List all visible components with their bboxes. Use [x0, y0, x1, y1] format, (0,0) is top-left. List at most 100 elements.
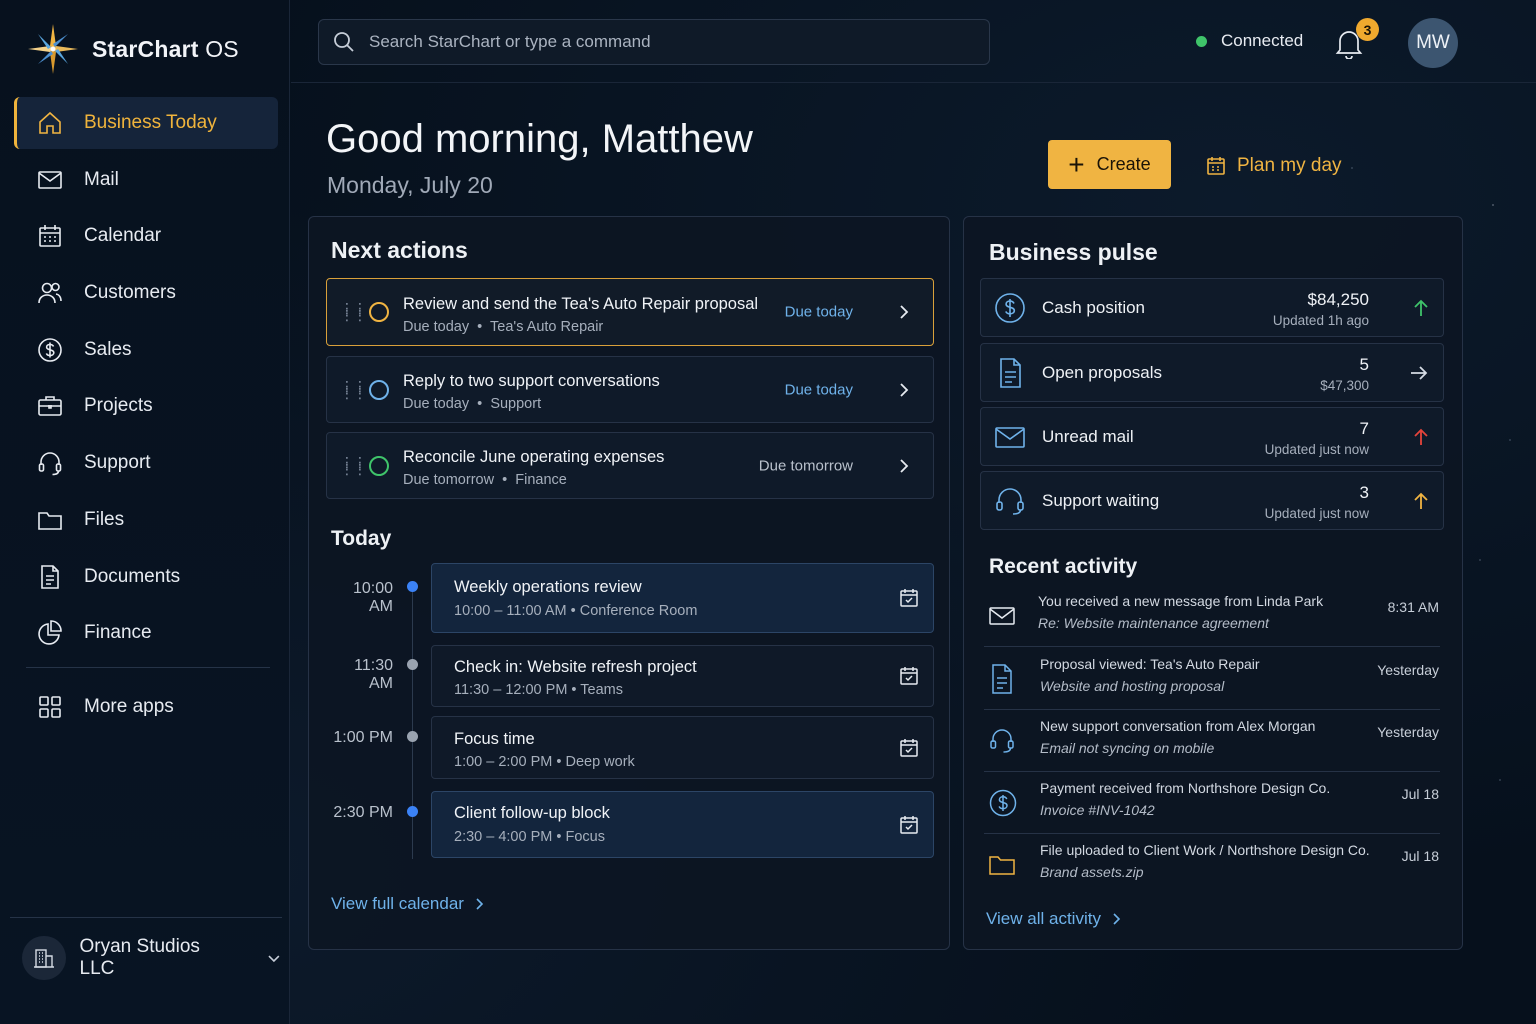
due-label: Due tomorrow [758, 457, 853, 474]
headset-icon [990, 728, 1014, 753]
connection-status: Connected [1196, 31, 1303, 51]
checkbox-circle-icon[interactable] [369, 379, 389, 400]
apps-grid-icon [39, 696, 61, 718]
dollar-icon [995, 292, 1025, 323]
create-button[interactable]: + Create [1048, 140, 1171, 189]
sidebar-item-support[interactable]: Support [14, 437, 278, 489]
sidebar-item-files[interactable]: Files [14, 494, 278, 546]
pulse-row-support[interactable]: Support waiting 3 Updated just now [980, 471, 1444, 530]
pulse-value: $84,250 [1307, 290, 1369, 309]
recent-activity-title: Recent activity [989, 555, 1138, 578]
chevron-right-icon [900, 458, 909, 473]
search-input[interactable] [369, 32, 969, 52]
brand[interactable]: StarChart OS [26, 22, 239, 76]
pulse-row-cash[interactable]: Cash position $84,250 Updated 1h ago [980, 278, 1444, 337]
view-all-activity-link[interactable]: View all activity [986, 909, 1121, 929]
action-item[interactable]: ⋮⋮ ⋮⋮ Reply to two support conversations … [326, 356, 934, 423]
plan-my-day-button[interactable]: Plan my day [1205, 150, 1342, 182]
app-name: StarChart OS [92, 35, 239, 62]
activity-text: New support conversation from Alex Morga… [1040, 718, 1316, 734]
sidebar-item-label: Business Today [84, 112, 217, 133]
chevron-right-icon [476, 898, 484, 910]
people-icon [38, 282, 62, 304]
activity-time: 8:31 AM [1387, 599, 1439, 615]
sidebar-item-projects[interactable]: Projects [14, 380, 278, 432]
mail-icon [989, 606, 1015, 625]
pulse-value: 5 [1359, 355, 1369, 374]
pulse-label: Cash position [1042, 297, 1146, 317]
event-detail: 2:30 – 4:00 PM • Focus [454, 829, 605, 845]
activity-detail: Re: Website maintenance agreement [1038, 615, 1269, 631]
sidebar-item-label: Customers [84, 282, 176, 304]
calendar-check-icon[interactable] [899, 738, 919, 758]
page-title: Good morning, Matthew [326, 117, 753, 161]
calendar-check-icon[interactable] [899, 588, 919, 608]
chevron-right-icon [900, 305, 909, 319]
sidebar-item-more-apps[interactable]: More apps [14, 681, 278, 733]
activity-time: Yesterday [1377, 724, 1439, 740]
drag-handle-icon[interactable]: ⋮⋮ ⋮⋮ [340, 379, 367, 400]
mail-icon [995, 426, 1025, 448]
calendar-check-icon[interactable] [899, 666, 919, 686]
activity-detail: Email not syncing on mobile [1040, 740, 1215, 756]
document-icon [41, 564, 59, 589]
view-full-calendar-link[interactable]: View full calendar [331, 894, 484, 914]
pulse-row-mail[interactable]: Unread mail 7 Updated just now [980, 407, 1444, 466]
sidebar-item-mail[interactable]: Mail [14, 154, 278, 206]
compass-star-logo-icon [28, 24, 78, 74]
action-subtitle: Due today • Tea's Auto Repair [403, 319, 604, 335]
plan-my-day-label: Plan my day [1237, 155, 1342, 176]
activity-item[interactable]: Payment received from Northshore Design … [984, 772, 1440, 834]
calendar-event[interactable]: Focus time 1:00 – 2:00 PM • Deep work [431, 716, 934, 779]
topbar: Connected 3 MW [291, 0, 1536, 83]
pulse-subtext: Updated just now [1264, 506, 1369, 521]
pulse-row-proposals[interactable]: Open proposals 5 $47,300 [980, 343, 1444, 402]
activity-item[interactable]: Proposal viewed: Tea's Auto Repair Websi… [984, 648, 1440, 710]
sidebar-item-label: Documents [84, 565, 181, 587]
document-icon [1000, 357, 1021, 388]
view-full-calendar-label: View full calendar [331, 894, 464, 913]
event-time: 1:00 PM [333, 729, 393, 746]
next-actions-card: Next actions ⋮⋮ ⋮⋮ Review and send the Te… [308, 216, 950, 950]
search-box[interactable] [318, 19, 990, 65]
sidebar-item-label: Projects [84, 395, 153, 417]
activity-item[interactable]: You received a new message from Linda Pa… [984, 585, 1440, 647]
calendar-check-icon[interactable] [899, 815, 919, 835]
chevron-down-icon [268, 954, 280, 962]
pulse-subtext: $47,300 [1320, 378, 1369, 393]
sidebar-item-label: Files [84, 508, 125, 530]
plus-icon: + [1068, 148, 1085, 180]
event-time: 2:30 PM [333, 804, 393, 821]
home-icon [39, 111, 61, 134]
activity-item[interactable]: New support conversation from Alex Morga… [984, 710, 1440, 772]
activity-item[interactable]: File uploaded to Client Work / Northshor… [984, 834, 1440, 896]
checkbox-circle-icon[interactable] [369, 455, 389, 476]
checkbox-circle-icon[interactable] [369, 302, 389, 322]
sidebar-item-customers[interactable]: Customers [14, 267, 278, 319]
calendar-icon [39, 225, 61, 248]
timeline-line [412, 587, 413, 859]
pulse-label: Support waiting [1042, 490, 1160, 510]
headset-icon [38, 452, 62, 476]
event-detail: 1:00 – 2:00 PM • Deep work [454, 754, 635, 770]
drag-handle-icon[interactable]: ⋮⋮ ⋮⋮ [340, 301, 367, 322]
action-title: Reconcile June operating expenses [403, 448, 665, 466]
due-label: Due today [784, 303, 853, 321]
drag-handle-icon[interactable]: ⋮⋮ ⋮⋮ [340, 455, 367, 476]
dollar-icon [38, 337, 62, 362]
action-title: Reply to two support conversations [403, 372, 660, 390]
avatar[interactable]: MW [1408, 18, 1458, 68]
calendar-icon [1207, 157, 1225, 175]
action-item[interactable]: ⋮⋮ ⋮⋮ Reconcile June operating expenses D… [326, 432, 934, 499]
calendar-event[interactable]: Check in: Website refresh project 11:30 … [431, 645, 934, 707]
sidebar-item-label: Calendar [84, 225, 162, 247]
calendar-event[interactable]: Weekly operations review 10:00 – 11:00 A… [431, 563, 934, 633]
sidebar-item-documents[interactable]: Documents [14, 551, 278, 603]
calendar-event[interactable]: Client follow-up block 2:30 – 4:00 PM • … [431, 791, 934, 858]
sidebar-item-finance[interactable]: Finance [14, 607, 278, 659]
org-switcher[interactable]: Oryan Studios LLC [10, 917, 282, 997]
action-item[interactable]: ⋮⋮ ⋮⋮ Review and send the Tea's Auto Repa… [326, 278, 934, 346]
sidebar-item-sales[interactable]: Sales [14, 324, 278, 376]
sidebar-item-calendar[interactable]: Calendar [14, 210, 278, 262]
sidebar-item-business-today[interactable]: Business Today [14, 97, 278, 149]
